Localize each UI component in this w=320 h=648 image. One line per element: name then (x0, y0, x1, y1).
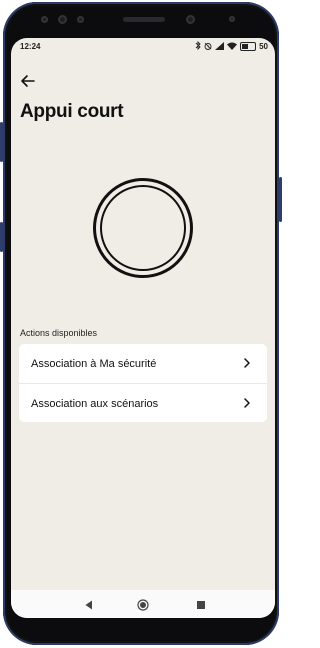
home-circle-icon (137, 599, 149, 611)
sensor-icon (41, 16, 48, 23)
system-nav-bar (11, 590, 275, 618)
action-label: Association aux scénarios (31, 397, 159, 410)
screen: 12:24 50 Appui court Actions disponibles… (11, 38, 275, 618)
status-icons: 50 (195, 40, 268, 52)
bixby-button (0, 222, 3, 252)
back-button[interactable] (19, 72, 39, 90)
status-bar: 12:24 50 (11, 38, 275, 56)
arrow-left-icon (21, 75, 35, 87)
action-label: Association à Ma sécurité (31, 357, 157, 370)
nav-home-button[interactable] (137, 598, 149, 611)
sensor-icon (77, 16, 84, 23)
action-security-association[interactable]: Association à Ma sécurité (19, 344, 267, 383)
power-button (279, 177, 282, 222)
signal-icon (215, 41, 225, 52)
nav-back-button[interactable] (83, 598, 95, 610)
status-time: 12:24 (20, 42, 41, 51)
nav-recents-button[interactable] (195, 598, 207, 610)
front-camera-icon (186, 15, 195, 24)
page-title: Appui court (20, 101, 124, 122)
phone-frame: 12:24 50 Appui court Actions disponibles… (0, 2, 282, 645)
back-triangle-icon (85, 600, 92, 610)
button-ring-icon (93, 178, 193, 278)
battery-percent: 50 (259, 42, 268, 51)
sensor-icon (229, 16, 235, 22)
sensor-icon (58, 15, 67, 24)
actions-list: Association à Ma sécurité Association au… (19, 344, 267, 422)
volume-button (0, 122, 3, 162)
wifi-icon (227, 42, 238, 52)
earpiece-speaker (123, 17, 165, 22)
action-scenarios-association[interactable]: Association aux scénarios (19, 384, 267, 423)
section-label: Actions disponibles (20, 328, 98, 338)
recents-square-icon (197, 601, 205, 609)
bluetooth-icon (195, 40, 201, 52)
battery-icon (240, 42, 257, 51)
chevron-right-icon (244, 398, 250, 408)
chevron-right-icon (244, 358, 250, 368)
alarm-icon (204, 42, 212, 52)
